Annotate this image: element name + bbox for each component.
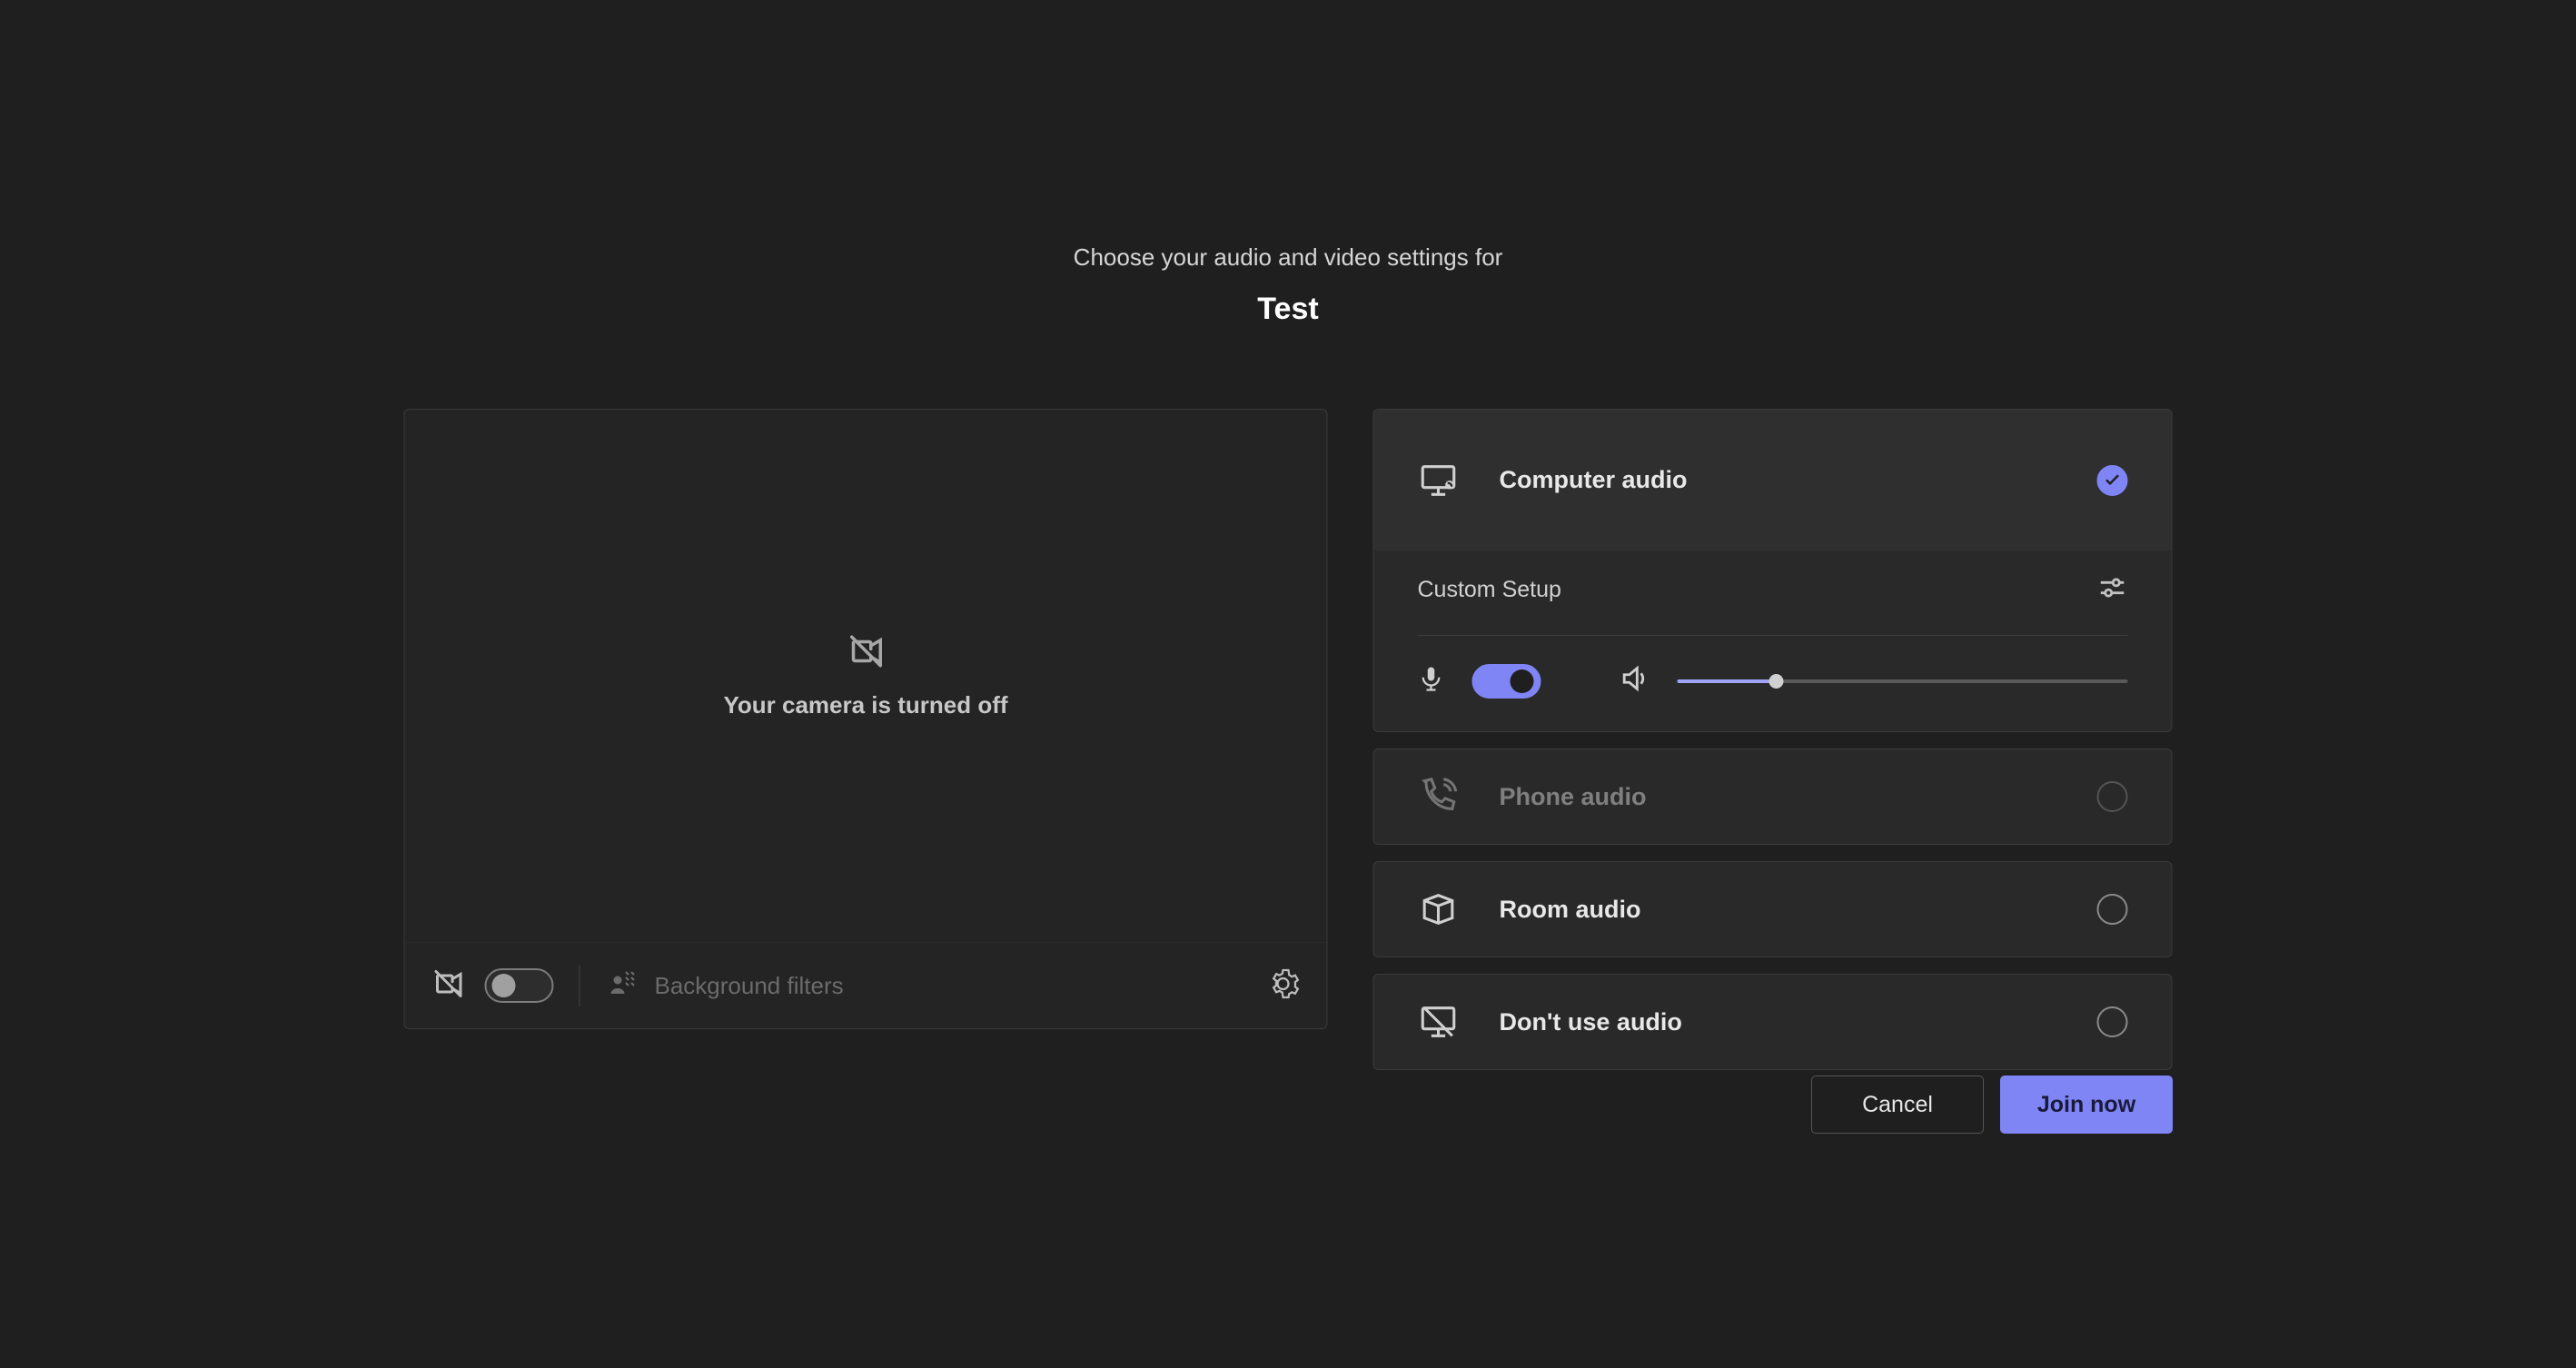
microphone-icon: [1418, 665, 1445, 697]
video-panel: Your camera is turned off Background fil…: [404, 409, 1328, 1029]
settings-subtitle: Choose your audio and video settings for: [0, 243, 2576, 272]
room-audio-label: Room audio: [1500, 896, 2097, 924]
no-audio-icon: [1418, 1001, 1472, 1043]
microphone-toggle[interactable]: [1472, 664, 1541, 699]
gear-icon: [1267, 967, 1300, 1000]
custom-setup-row[interactable]: Custom Setup: [1418, 550, 2128, 636]
audio-option-computer[interactable]: Computer audio: [1374, 410, 2172, 550]
phone-audio-label: Phone audio: [1500, 783, 2097, 811]
no-audio-radio: [2097, 1006, 2128, 1037]
computer-audio-label: Computer audio: [1500, 466, 2097, 494]
computer-audio-icon: [1418, 460, 1472, 501]
audio-panel: Computer audio Custom Setup: [1373, 409, 2173, 1070]
phone-audio-icon: [1418, 776, 1472, 818]
phone-audio-radio: [2097, 781, 2128, 812]
computer-audio-card: Computer audio Custom Setup: [1373, 409, 2173, 732]
background-filters-icon: [606, 967, 639, 1006]
audio-option-room[interactable]: Room audio: [1374, 862, 2172, 957]
camera-toggle[interactable]: [485, 968, 554, 1003]
join-now-button[interactable]: Join now: [2000, 1076, 2173, 1134]
meeting-title: Test: [0, 292, 2576, 327]
computer-audio-radio: [2097, 465, 2128, 496]
custom-setup-label: Custom Setup: [1418, 577, 1561, 603]
speaker-icon: [1620, 663, 1650, 699]
video-toolbar: Background filters: [405, 942, 1327, 1028]
camera-off-icon: [847, 632, 885, 675]
sliders-icon: [2097, 572, 2128, 608]
background-filters-button[interactable]: Background filters: [606, 967, 1247, 1006]
video-settings-button[interactable]: [1267, 967, 1300, 1005]
camera-off-message: Your camera is turned off: [723, 691, 1007, 719]
room-audio-icon: [1418, 888, 1472, 930]
audio-option-phone: Phone audio: [1374, 749, 2172, 844]
cancel-button[interactable]: Cancel: [1811, 1076, 1984, 1134]
video-preview: Your camera is turned off: [405, 410, 1327, 942]
audio-option-none[interactable]: Don't use audio: [1374, 975, 2172, 1069]
custom-setup-section: Custom Setup: [1374, 550, 2172, 731]
room-audio-radio: [2097, 894, 2128, 925]
no-audio-label: Don't use audio: [1500, 1008, 2097, 1036]
volume-slider[interactable]: [1678, 679, 2128, 683]
camera-icon: [432, 967, 465, 1005]
background-filters-label: Background filters: [655, 972, 844, 1000]
